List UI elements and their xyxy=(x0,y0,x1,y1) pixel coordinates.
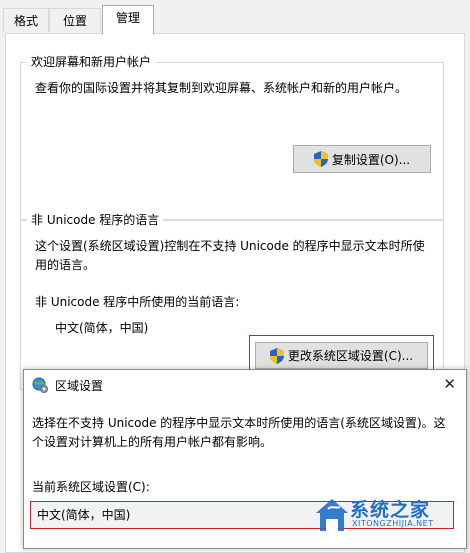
description-line: 这个设置(系统区域设置)控制在不支持 Unicode 的程序中显示文本时所使 xyxy=(35,239,425,253)
dialog-title: 区域设置 xyxy=(55,379,104,393)
watermark-brand: 系统之家 xyxy=(350,499,431,521)
tab-label: 格式 xyxy=(13,14,38,28)
dialog-titlebar[interactable]: 区域设置 ✕ xyxy=(24,370,466,400)
close-icon[interactable]: ✕ xyxy=(443,375,456,393)
globe-settings-icon xyxy=(32,377,48,393)
tab-formats[interactable]: 格式 xyxy=(3,8,49,32)
current-locale-label: 当前系统区域设置(C): xyxy=(32,480,150,494)
site-watermark-logo: 系统之家 XITONGZHIJIA.NET xyxy=(314,495,464,543)
current-language-label: 非 Unicode 程序中所使用的当前语言: xyxy=(35,295,240,309)
non-unicode-group-title: 非 Unicode 程序的语言 xyxy=(27,212,164,228)
current-language-value: 中文(简体，中国) xyxy=(55,321,149,335)
tab-label: 位置 xyxy=(62,14,87,28)
welcome-group: 欢迎屏幕和新用户帐户 查看你的国际设置并将其复制到欢迎屏幕、系统帐户和新的用户帐… xyxy=(20,54,444,220)
welcome-description: 查看你的国际设置并将其复制到欢迎屏幕、系统帐户和新的用户帐户。 xyxy=(35,81,408,95)
uac-shield-icon xyxy=(269,347,284,364)
change-system-locale-button[interactable]: 更改系统区域设置(C)... xyxy=(255,342,428,369)
description-line: 用的语言。 xyxy=(35,258,96,272)
description-line: 个设置对计算机上的所有用户帐户都有影响。 xyxy=(32,435,273,449)
uac-shield-icon xyxy=(313,151,328,167)
welcome-group-title: 欢迎屏幕和新用户帐户 xyxy=(27,54,156,70)
tab-bar: 格式 位置 管理 xyxy=(0,0,470,34)
current-locale-value: 中文(简体，中国) xyxy=(37,508,131,522)
copy-settings-label: 复制设置(O)... xyxy=(331,152,411,167)
watermark-url: XITONGZHIJIA.NET xyxy=(352,519,434,528)
change-system-locale-label: 更改系统区域设置(C)... xyxy=(287,349,414,363)
tab-label: 管理 xyxy=(115,11,140,25)
non-unicode-description: 这个设置(系统区域设置)控制在不支持 Unicode 的程序中显示文本时所使 用… xyxy=(35,237,439,275)
tab-location[interactable]: 位置 xyxy=(49,8,101,32)
watermark-house-icon xyxy=(316,499,348,531)
copy-settings-button[interactable]: 复制设置(O)... xyxy=(293,145,431,173)
dialog-description: 选择在不支持 Unicode 的程序中显示文本时所使用的语言(系统区域设置)。这… xyxy=(32,414,462,452)
tab-administrative[interactable]: 管理 xyxy=(102,5,154,34)
description-line: 选择在不支持 Unicode 的程序中显示文本时所使用的语言(系统区域设置)。这 xyxy=(32,416,446,430)
